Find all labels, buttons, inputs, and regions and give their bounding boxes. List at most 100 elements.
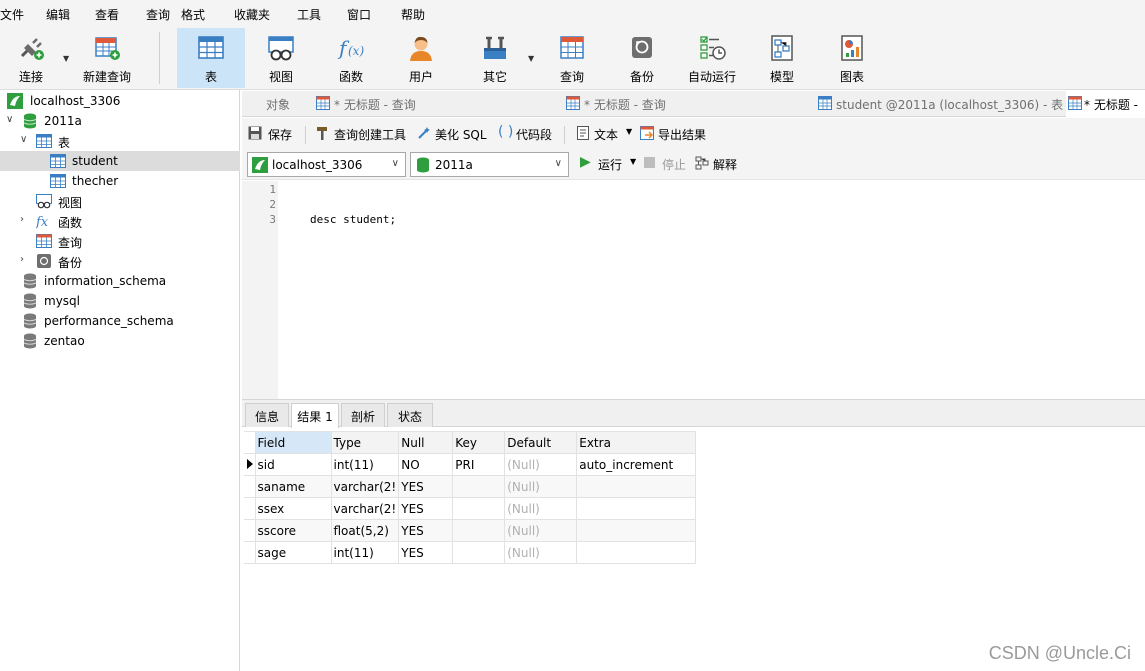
table-cell[interactable]: int(11) — [330, 541, 400, 564]
tab-profile[interactable]: 剖析 — [341, 403, 385, 427]
column-header[interactable]: Type — [330, 431, 400, 454]
function-button[interactable]: f (x) 函数 — [317, 28, 385, 88]
tree-item-database-performance-schema[interactable]: performance_schema — [0, 311, 240, 331]
table-cell[interactable]: ssex — [254, 497, 332, 520]
table-cell[interactable]: (Null) — [504, 497, 578, 520]
connect-dropdown-icon[interactable]: ▼ — [63, 54, 69, 63]
table-cell[interactable] — [576, 519, 697, 542]
tab-info[interactable]: 信息 — [245, 403, 289, 427]
table-row[interactable]: sid int(11) NO PRI (Null) auto_increment — [244, 453, 697, 476]
model-button[interactable]: 模型 — [748, 28, 816, 88]
table-cell[interactable] — [576, 541, 697, 564]
text-dropdown-icon[interactable]: ▼ — [626, 127, 632, 136]
table-cell[interactable]: YES — [398, 541, 454, 564]
tree-item-database-mysql[interactable]: mysql — [0, 291, 240, 311]
table-button[interactable]: 表 — [177, 28, 245, 88]
table-cell[interactable]: sage — [254, 541, 332, 564]
table-cell[interactable] — [452, 541, 506, 564]
menu-window[interactable]: 窗口 — [347, 6, 371, 23]
table-cell[interactable]: sid — [254, 453, 332, 476]
menu-help[interactable]: 帮助 — [401, 6, 425, 23]
tree-item-database-2011a[interactable]: ∨ 2011a — [0, 111, 240, 131]
tree-label: performance_schema — [44, 314, 174, 328]
table-cell[interactable]: varchar(2! — [330, 497, 400, 520]
tab-student-table[interactable]: student @2011a (localhost_3306) - 表 — [814, 91, 1066, 117]
tree-item-connection[interactable]: localhost_3306 — [0, 91, 240, 111]
table-cell[interactable]: varchar(2! — [330, 475, 400, 498]
table-cell[interactable] — [452, 475, 506, 498]
table-cell[interactable] — [576, 475, 697, 498]
table-row[interactable]: saname varchar(2! YES (Null) — [244, 475, 697, 498]
menu-tools[interactable]: 工具 — [297, 6, 321, 23]
table-cell[interactable]: YES — [398, 475, 454, 498]
other-dropdown-icon[interactable]: ▼ — [528, 54, 534, 63]
other-button[interactable]: 其它 — [461, 28, 529, 88]
menu-format[interactable]: 格式 — [181, 6, 205, 23]
tree-item-backups-folder[interactable]: › 备份 — [0, 251, 240, 271]
table-cell[interactable]: PRI — [452, 453, 506, 476]
table-row[interactable]: ssex varchar(2! YES (Null) — [244, 497, 697, 520]
menu-view[interactable]: 查看 — [95, 6, 119, 23]
tree-item-database-information-schema[interactable]: information_schema — [0, 271, 240, 291]
user-button[interactable]: 用户 — [387, 28, 455, 88]
chart-button[interactable]: 图表 — [818, 28, 886, 88]
tree-item-functions-folder[interactable]: › fx 函数 — [0, 211, 240, 231]
table-cell[interactable]: saname — [254, 475, 332, 498]
sql-editor[interactable]: 1 2 3 desc student; — [242, 181, 1145, 399]
database-select[interactable]: 2011a ∨ — [410, 152, 569, 177]
backup-button[interactable]: 备份 — [608, 28, 676, 88]
table-cell[interactable]: (Null) — [504, 541, 578, 564]
table-cell[interactable] — [452, 519, 506, 542]
tree-item-views-folder[interactable]: 视图 — [0, 191, 240, 211]
menu-file[interactable]: 文件 — [0, 6, 24, 23]
table-cell[interactable] — [576, 497, 697, 520]
chevron-right-icon[interactable]: › — [20, 254, 30, 265]
menu-edit[interactable]: 编辑 — [46, 6, 70, 23]
menu-query[interactable]: 查询 — [146, 6, 170, 23]
column-header[interactable]: Default — [504, 431, 578, 454]
connect-button[interactable]: 连接 — [0, 28, 65, 88]
menu-favorites[interactable]: 收藏夹 — [234, 6, 270, 23]
table-cell[interactable]: float(5,2) — [330, 519, 400, 542]
connection-select[interactable]: localhost_3306 ∨ — [247, 152, 406, 177]
table-cell[interactable]: int(11) — [330, 453, 400, 476]
chevron-right-icon[interactable]: › — [20, 214, 30, 225]
column-header[interactable]: Field — [254, 431, 332, 454]
tab-untitled-query-2[interactable]: * 无标题 - 查询 — [564, 91, 814, 117]
view-button[interactable]: 视图 — [247, 28, 315, 88]
tree-label: 表 — [58, 136, 71, 150]
beautify-label: 美化 SQL — [435, 128, 487, 142]
tab-objects[interactable]: 对象 — [242, 91, 314, 117]
sql-code-line[interactable]: desc student; — [310, 213, 396, 226]
tree-item-queries-folder[interactable]: 查询 — [0, 231, 240, 251]
tab-untitled-query-active[interactable]: * 无标题 - — [1066, 91, 1145, 117]
table-cell[interactable]: YES — [398, 519, 454, 542]
run-dropdown-icon[interactable]: ▼ — [630, 157, 636, 166]
table-row[interactable]: sage int(11) YES (Null) — [244, 541, 697, 564]
table-cell[interactable]: sscore — [254, 519, 332, 542]
chevron-down-icon[interactable]: ∨ — [6, 114, 16, 125]
table-cell[interactable]: (Null) — [504, 453, 578, 476]
auto-run-button[interactable]: 自动运行 — [678, 28, 746, 88]
column-header[interactable]: Key — [452, 431, 506, 454]
tree-item-tables-folder[interactable]: ∨ 表 — [0, 131, 240, 151]
table-cell[interactable]: (Null) — [504, 519, 578, 542]
chevron-down-icon[interactable]: ∨ — [20, 134, 30, 145]
tab-untitled-query-1[interactable]: * 无标题 - 查询 — [314, 91, 564, 117]
table-cell[interactable] — [452, 497, 506, 520]
table-cell[interactable]: auto_increment — [576, 453, 697, 476]
table-row[interactable]: sscore float(5,2) YES (Null) — [244, 519, 697, 542]
tab-result-1[interactable]: 结果 1 — [291, 403, 339, 428]
query-button[interactable]: 查询 — [538, 28, 606, 88]
table-cell[interactable]: NO — [398, 453, 454, 476]
tree-item-database-zentao[interactable]: zentao — [0, 331, 240, 351]
tab-status[interactable]: 状态 — [387, 403, 433, 427]
table-cell[interactable]: (Null) — [504, 475, 578, 498]
tree-item-table-student[interactable]: student — [0, 151, 240, 171]
tree-item-table-thecher[interactable]: thecher — [0, 171, 240, 191]
stop-icon — [644, 157, 655, 168]
column-header[interactable]: Extra — [576, 431, 697, 454]
new-query-button[interactable]: 新建查询 — [73, 28, 141, 88]
column-header[interactable]: Null — [398, 431, 454, 454]
table-cell[interactable]: YES — [398, 497, 454, 520]
